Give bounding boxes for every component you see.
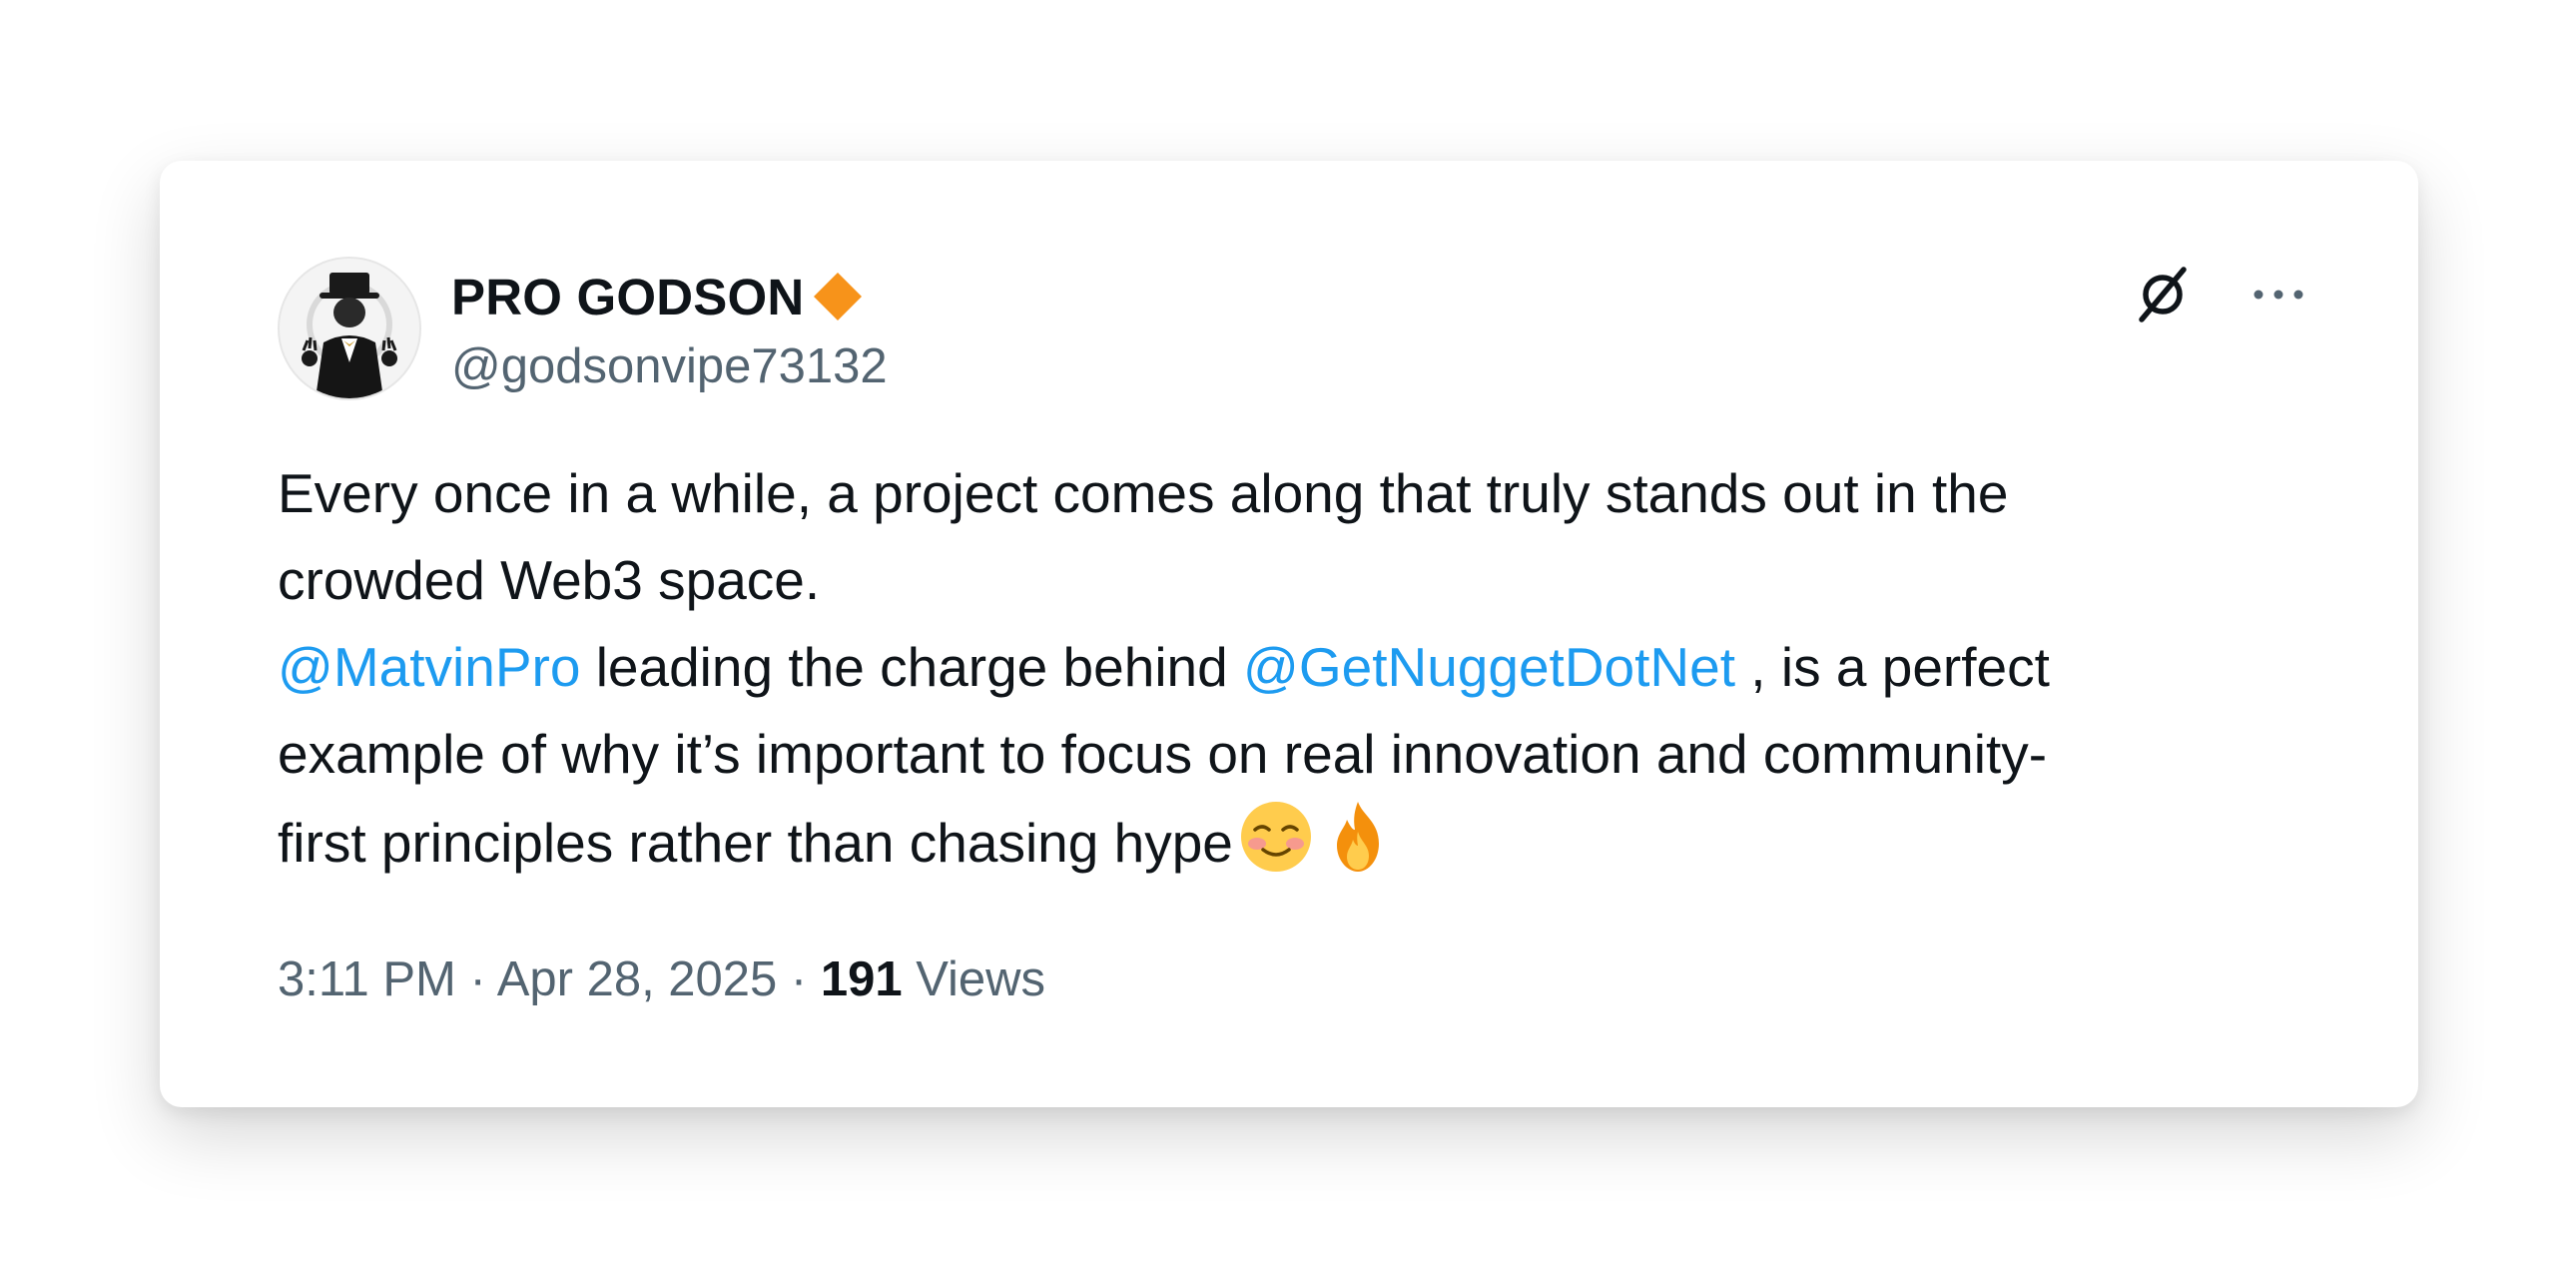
- meta-separator: ·: [777, 952, 821, 1006]
- tweet-text-fragment: , is a perfect: [1735, 636, 2050, 698]
- tuxedo-man-avatar-icon: [280, 259, 419, 398]
- display-name[interactable]: PRO GODSON: [451, 265, 866, 328]
- tweet-card: PRO GODSON @godsonvipe73132 Every once i…: [160, 161, 2418, 1107]
- tweet-actions-top: [2127, 259, 2314, 330]
- tweet-text-fragment: first principles rather than chasing hyp…: [278, 812, 1233, 874]
- fire-emoji-icon: [1336, 802, 1379, 872]
- orange-diamond-badge-icon: [814, 273, 863, 320]
- mention-link-getnuggetdotnet[interactable]: @GetNuggetDotNet: [1243, 636, 1735, 698]
- tweet-date[interactable]: Apr 28, 2025: [497, 952, 778, 1006]
- tweet-text-line: first principles rather than chasing hyp…: [278, 798, 2354, 887]
- tweet-text-line: @MatvinPro leading the charge behind @Ge…: [278, 624, 2354, 711]
- mention-link-matvinpro[interactable]: @MatvinPro: [278, 636, 580, 698]
- views-label: Views: [902, 952, 1046, 1006]
- smiling-face-emoji-icon: [1240, 802, 1311, 872]
- more-icon[interactable]: [2243, 259, 2314, 330]
- grok-icon[interactable]: [2127, 259, 2199, 330]
- tweet-text-fragment: leading the charge behind: [580, 636, 1243, 698]
- username-handle[interactable]: @godsonvipe73132: [451, 338, 888, 394]
- tweet-time[interactable]: 3:11 PM: [278, 952, 456, 1006]
- display-name-text[interactable]: PRO GODSON: [451, 268, 804, 326]
- avatar[interactable]: [278, 257, 421, 400]
- tweet-meta: 3:11 PM · Apr 28, 2025 · 191 Views: [278, 951, 1045, 1007]
- tweet-text-line: crowded Web3 space.: [278, 549, 821, 611]
- tweet-text-line: example of why it’s important to focus o…: [278, 723, 2048, 785]
- tweet-text: Every once in a while, a project comes a…: [278, 450, 2354, 887]
- tweet-text-line: Every once in a while, a project comes a…: [278, 462, 2009, 524]
- meta-separator: ·: [455, 952, 497, 1006]
- views-count: 191: [820, 952, 903, 1006]
